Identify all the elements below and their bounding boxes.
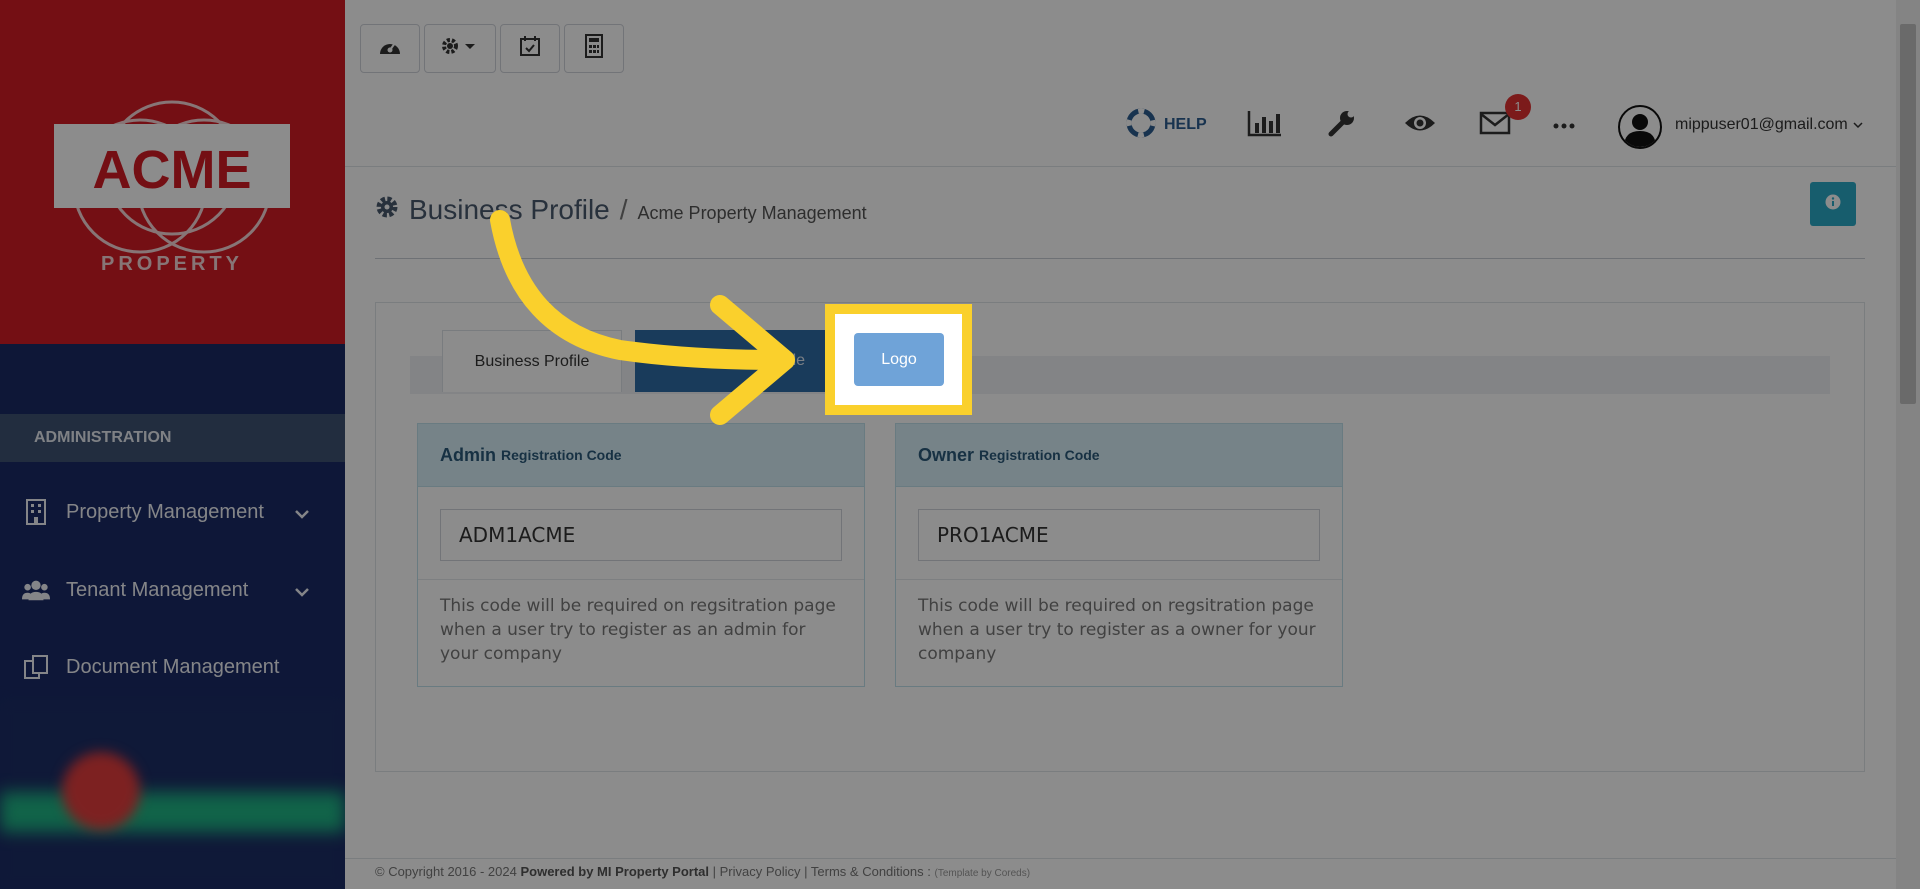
tools-button[interactable] xyxy=(1327,84,1357,166)
gear-icon xyxy=(375,195,399,224)
footer-powered: Powered by MI Property Portal xyxy=(520,864,710,879)
bar-chart-icon xyxy=(1247,109,1283,142)
envelope-icon xyxy=(1479,111,1511,140)
admin-code-field[interactable]: ADM1ACME xyxy=(440,509,842,561)
logo-sub-text: PROPERTY xyxy=(101,253,243,275)
terms-link[interactable]: Terms & Conditions xyxy=(811,864,924,879)
card-subtitle: Registration Code xyxy=(501,447,622,463)
admin-code-card: Admin Registration Code ADM1ACME This co… xyxy=(417,423,865,687)
owner-code-field[interactable]: PRO1ACME xyxy=(918,509,1320,561)
user-avatar[interactable] xyxy=(1618,105,1662,149)
chevron-down-icon xyxy=(1853,116,1863,134)
user-menu[interactable]: mippuser01@gmail.com xyxy=(1675,84,1863,166)
lifebuoy-icon xyxy=(1126,108,1156,143)
sidebar-item-label: Document Management xyxy=(66,655,280,678)
documents-icon xyxy=(22,653,50,681)
settings-dropdown-button[interactable] xyxy=(424,24,496,73)
chevron-down-icon xyxy=(295,502,309,525)
eye-icon xyxy=(1403,112,1437,139)
tutorial-arrow-icon xyxy=(490,210,795,425)
company-logo[interactable]: ACME PROPERTY xyxy=(0,0,345,344)
calendar-check-icon xyxy=(519,35,541,62)
footer-template: (Template by Coreds) xyxy=(934,868,1031,879)
sidebar-item-property-management[interactable]: Property Management xyxy=(0,474,345,550)
scrollbar-thumb[interactable] xyxy=(1900,24,1916,404)
view-button[interactable] xyxy=(1403,84,1437,166)
footer: © Copyright 2016 - 2024 Powered by MI Pr… xyxy=(345,858,1900,889)
card-title: Admin xyxy=(440,444,496,465)
sidebar-section-header: ADMINISTRATION xyxy=(0,414,345,462)
top-navigation: HELP 1 mippuser01@gmail.com xyxy=(345,84,1900,166)
info-button[interactable] xyxy=(1810,182,1856,226)
main-content: HELP 1 mippuser01@gmail.com Business Pro… xyxy=(345,0,1920,889)
card-header: Owner Registration Code xyxy=(896,424,1342,487)
help-label: HELP xyxy=(1164,116,1207,133)
wrench-icon xyxy=(1327,108,1357,143)
sidebar-item-label: Tenant Management xyxy=(66,578,249,601)
users-icon xyxy=(22,576,50,604)
logo-brand-text: ACME xyxy=(93,140,252,200)
calculator-icon xyxy=(584,34,604,63)
user-email: mippuser01@gmail.com xyxy=(1675,116,1848,133)
toolbar xyxy=(360,24,624,73)
privacy-link[interactable]: Privacy Policy xyxy=(720,864,801,879)
notification-badge: 1 xyxy=(1505,94,1531,120)
reports-button[interactable] xyxy=(1247,84,1283,166)
sidebar-item-document-management[interactable]: Document Management xyxy=(0,629,345,705)
card-subtitle: Registration Code xyxy=(979,447,1100,463)
calendar-button[interactable] xyxy=(500,24,560,73)
gear-dropdown-icon xyxy=(440,36,480,61)
messages-button[interactable] xyxy=(1479,84,1511,166)
owner-code-card: Owner Registration Code PRO1ACME This co… xyxy=(895,423,1343,687)
more-dots-icon xyxy=(1553,116,1575,134)
card-title: Owner xyxy=(918,444,975,465)
footer-copyright: © Copyright 2016 - 2024 xyxy=(375,864,517,879)
building-icon xyxy=(22,498,50,526)
sidebar: ACME PROPERTY ADMINISTRATION Property Ma… xyxy=(0,0,345,889)
info-icon xyxy=(1825,194,1841,215)
dashboard-button[interactable] xyxy=(360,24,420,73)
chevron-down-icon xyxy=(295,580,309,603)
dashboard-icon xyxy=(378,36,402,61)
calculator-button[interactable] xyxy=(564,24,624,73)
highlighted-logo-tab[interactable]: Logo xyxy=(854,333,944,386)
admin-code-note: This code will be required on regsitrati… xyxy=(418,579,864,666)
help-link[interactable]: HELP xyxy=(1126,84,1207,166)
more-button[interactable] xyxy=(1553,84,1575,166)
sidebar-item-label: Property Management xyxy=(66,500,264,523)
owner-code-note: This code will be required on regsitrati… xyxy=(896,579,1342,666)
sidebar-item-tenant-management[interactable]: Tenant Management xyxy=(0,552,345,628)
